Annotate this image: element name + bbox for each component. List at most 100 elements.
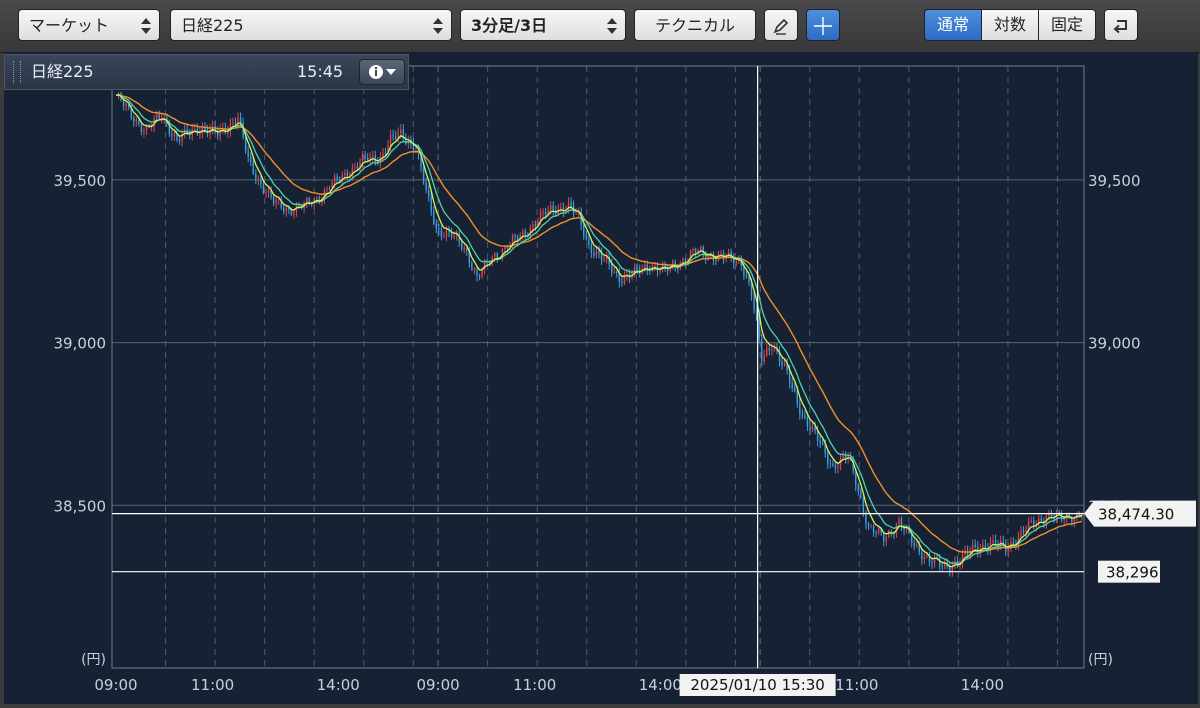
draw-tool-button[interactable]: [764, 9, 798, 41]
candle-body: [616, 271, 618, 274]
undo-button[interactable]: [1104, 9, 1138, 41]
candle-body: [682, 258, 684, 263]
candle-body: [326, 188, 328, 190]
symbol-info-panel[interactable]: 日経225 15:45: [4, 54, 409, 90]
candle-body: [511, 235, 514, 244]
candle-body: [463, 248, 465, 250]
candle-body: [822, 443, 824, 445]
candle-body: [339, 179, 341, 182]
candle-body: [239, 117, 242, 123]
candle-body: [336, 176, 338, 180]
info-menu-button[interactable]: [359, 59, 405, 85]
crosshair-price-label: 38,296: [1106, 564, 1159, 582]
select-arrows-icon: [433, 16, 443, 36]
chart-area[interactable]: 39,50039,50039,00039,00038,50038,500(円)(…: [4, 52, 1198, 704]
candle-body: [804, 415, 806, 418]
candle-body: [415, 149, 417, 151]
candle-body: [524, 231, 526, 236]
candle-body: [806, 417, 809, 427]
candle-body: [473, 269, 476, 271]
candle-body: [1012, 542, 1015, 545]
candle-body: [783, 363, 786, 366]
candle-body: [364, 155, 366, 158]
candle-body: [857, 485, 859, 492]
candle-body: [244, 137, 247, 151]
candle-body: [659, 270, 661, 272]
candle-body: [877, 528, 880, 533]
candle-body: [753, 295, 755, 310]
candle-body: [931, 562, 933, 564]
candle-body: [514, 235, 516, 237]
candle-body: [438, 228, 440, 230]
candle-body: [829, 463, 832, 465]
candle-body: [603, 259, 605, 261]
candle-body: [875, 531, 877, 533]
scale-normal-button[interactable]: 通常: [924, 9, 982, 41]
candle-body: [275, 199, 277, 204]
candle-body: [234, 122, 237, 125]
candle-body: [443, 236, 445, 238]
candle-body: [992, 539, 994, 543]
candle-body: [361, 155, 364, 163]
price-chart[interactable]: 39,50039,50039,00039,00038,50038,500(円)(…: [4, 52, 1198, 704]
symbol-select[interactable]: 日経225: [170, 9, 452, 41]
candle-body: [692, 248, 694, 251]
drag-handle-icon[interactable]: [13, 61, 21, 83]
candle-body: [427, 189, 430, 196]
candle-body: [644, 264, 646, 269]
candle-body: [293, 211, 295, 215]
candle-body: [758, 319, 760, 339]
candle-body: [771, 349, 773, 351]
candle-body: [860, 491, 862, 498]
candle-body: [422, 167, 425, 183]
candle-body: [595, 251, 598, 256]
candle-body: [148, 126, 150, 128]
candle-body: [816, 430, 819, 441]
candle-body: [471, 263, 473, 270]
candle-body: [684, 258, 687, 263]
candle-body: [440, 229, 443, 237]
candle-body: [476, 269, 478, 277]
pencil-icon: [773, 18, 789, 35]
candle-body: [796, 391, 798, 404]
select-arrows-icon: [607, 16, 617, 36]
candle-body: [344, 172, 346, 175]
candle-body: [842, 455, 844, 459]
candle-body: [277, 199, 280, 201]
candle-body: [194, 128, 196, 130]
candle-body: [611, 264, 613, 273]
candle-body: [613, 271, 615, 273]
market-select[interactable]: マーケット: [18, 9, 160, 41]
scale-log-button[interactable]: 対数: [981, 9, 1039, 41]
candle-body: [699, 246, 702, 251]
technical-button[interactable]: テクニカル: [634, 9, 756, 41]
scale-fixed-button[interactable]: 固定: [1038, 9, 1096, 41]
candle-body: [1022, 530, 1025, 533]
candle-body: [1063, 518, 1065, 520]
candle-body: [328, 188, 331, 190]
candle-body: [867, 523, 870, 527]
candle-body: [435, 224, 438, 229]
candle-body: [598, 251, 600, 254]
candle-body: [496, 253, 499, 259]
candle-body: [250, 156, 252, 162]
candle-body: [433, 211, 435, 225]
candle-body: [257, 179, 260, 181]
candle-body: [941, 565, 943, 567]
y-tick-label-left: 39,500: [54, 172, 107, 190]
interval-select[interactable]: 3分足/3日: [460, 9, 626, 41]
candle-body: [593, 252, 595, 256]
x-tick-label: 14:00: [639, 676, 682, 694]
candle-body: [494, 253, 496, 257]
candle-body: [445, 230, 448, 237]
candle-body: [745, 275, 748, 277]
candle-body: [1058, 511, 1060, 513]
candle-body: [575, 213, 577, 215]
candle-body: [766, 348, 768, 356]
candle-body: [605, 257, 608, 260]
y-tick-label-left: 38,500: [54, 497, 107, 515]
crosshair-button[interactable]: [806, 9, 840, 41]
candle-body: [549, 205, 552, 211]
candle-body: [949, 566, 951, 572]
candle-body: [974, 544, 976, 547]
